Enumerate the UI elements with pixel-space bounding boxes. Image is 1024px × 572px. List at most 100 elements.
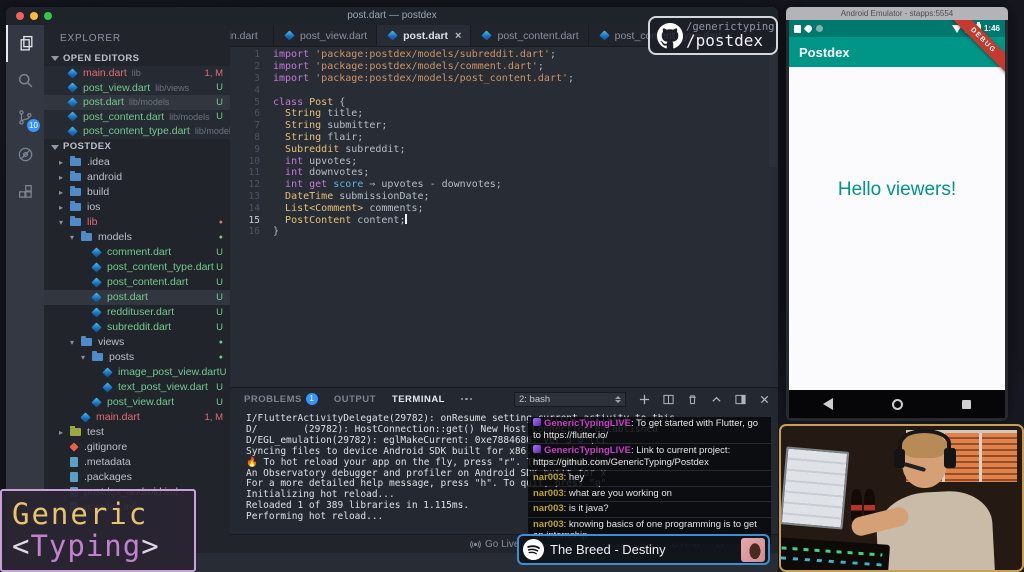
code-line[interactable]: 15 PostContent content; — [230, 214, 778, 226]
code-line[interactable]: 5class Post { — [230, 96, 778, 108]
back-icon[interactable] — [823, 398, 833, 410]
recents-icon[interactable] — [962, 400, 971, 409]
code-line[interactable]: 10 int upvotes; — [230, 155, 778, 167]
tree-item[interactable]: .packages — [44, 470, 230, 485]
toggle-panel-icon[interactable] — [735, 394, 746, 405]
dart-icon — [102, 382, 112, 392]
code-line[interactable]: 4 — [230, 84, 778, 96]
tree-item[interactable]: comment.dartU — [44, 245, 230, 260]
git-status: U — [216, 307, 223, 318]
stream-screen: post.dart — postdex 10 EXPLORER — [0, 0, 1024, 572]
tree-item[interactable]: subreddit.dartU — [44, 320, 230, 335]
tree-item[interactable]: ▾models● — [44, 230, 230, 245]
dart-file-icon — [67, 68, 77, 78]
tree-item[interactable]: ▸test — [44, 425, 230, 440]
open-editor-item[interactable]: main.dartlib1, M — [44, 66, 230, 81]
text-cursor — [405, 214, 407, 224]
tree-item[interactable]: main.dart1, M — [44, 410, 230, 425]
home-icon[interactable] — [892, 399, 903, 410]
code-line[interactable]: 8 String flair; — [230, 132, 778, 144]
close-panel-icon[interactable] — [759, 394, 770, 405]
statusbar-item[interactable]: Go Live — [470, 539, 519, 550]
tree-item[interactable]: .gitignore — [44, 440, 230, 455]
open-editor-item[interactable]: post_content_type.dartlib/modelsU — [44, 124, 230, 139]
panel-tab-terminal[interactable]: TERMINAL — [392, 393, 445, 405]
tree-item[interactable]: ▾lib● — [44, 215, 230, 230]
tree-item[interactable]: ▸.idea — [44, 155, 230, 170]
dart-icon — [91, 397, 101, 407]
search-icon[interactable] — [6, 62, 44, 99]
open-editor-item[interactable]: post_content.dartlib/modelsU — [44, 110, 230, 125]
zoom-button[interactable] — [44, 12, 52, 20]
tree-item[interactable]: post_view.dartU — [44, 395, 230, 410]
github-repo-overlay: /generictyping /postdex — [648, 16, 778, 55]
project-tree: ▸.idea▸android▸build▸ios▾lib●▾models●com… — [44, 155, 230, 515]
code-editor[interactable]: 1import 'package:postdex/models/subreddi… — [230, 47, 778, 387]
tree-item[interactable]: image_post_view.dartU — [44, 365, 230, 380]
code-line[interactable]: 11 int downvotes; — [230, 167, 778, 179]
code-line[interactable]: 7 String submitter; — [230, 120, 778, 132]
code-line[interactable]: 9 Subreddit subreddit; — [230, 143, 778, 155]
editor-tab[interactable]: post_content.dart — [471, 25, 588, 46]
chat-message: GenericTypingLIVE: Link to current proje… — [528, 444, 771, 470]
split-terminal-icon[interactable] — [663, 394, 674, 405]
tree-item[interactable]: ▸android — [44, 170, 230, 185]
git-status: U — [216, 97, 230, 108]
close-button[interactable] — [16, 12, 24, 20]
minimap[interactable] — [769, 47, 778, 167]
tree-item[interactable]: post_content_type.dartU — [44, 260, 230, 275]
tree-item[interactable]: .metadata — [44, 455, 230, 470]
tree-item[interactable]: ▸ios — [44, 200, 230, 215]
minimize-button[interactable] — [30, 12, 38, 20]
extensions-icon[interactable] — [6, 173, 44, 210]
more-actions-icon[interactable] — [461, 398, 473, 401]
scm-badge: 10 — [27, 119, 40, 132]
tree-item[interactable]: post.dartU — [44, 290, 230, 305]
file-icon — [70, 472, 78, 482]
maximize-panel-icon[interactable] — [711, 394, 722, 405]
code-line[interactable]: 16} — [230, 226, 778, 238]
open-editor-item[interactable]: post.dartlib/modelsU — [44, 95, 230, 110]
explorer-header: EXPLORER — [44, 25, 230, 50]
project-section-header[interactable]: POSTDEX — [44, 139, 230, 155]
new-terminal-icon[interactable] — [639, 394, 650, 405]
panel-tab-output[interactable]: OUTPUT — [334, 393, 376, 405]
git-status: U — [220, 367, 227, 378]
shell-select[interactable]: 2: bash — [514, 392, 626, 407]
code-line[interactable]: 12 int get score ⇒ upvotes - downvotes; — [230, 179, 778, 191]
code-line[interactable]: 14 List<Comment> comments; — [230, 202, 778, 214]
change-dot: ● — [219, 219, 223, 226]
emulator-screen[interactable]: 1:46 Postdex Hello viewers! DEBUG — [789, 20, 1005, 418]
open-editors-section-header[interactable]: OPEN EDITORS — [44, 50, 230, 66]
code-line[interactable]: 13 DateTime submissionDate; — [230, 191, 778, 203]
dart-icon — [80, 412, 90, 422]
tree-item[interactable]: ▾views● — [44, 335, 230, 350]
git-status: U — [216, 82, 230, 93]
panel-tab-problems[interactable]: PROBLEMS1 — [244, 393, 318, 405]
dart-icon — [91, 247, 101, 257]
chat-badge-icon — [533, 445, 541, 453]
app-body[interactable]: Hello viewers! — [789, 67, 1005, 390]
editor-tab[interactable]: main.dart — [230, 25, 274, 46]
app-bar: Postdex — [789, 37, 1005, 67]
kill-terminal-icon[interactable] — [687, 394, 698, 405]
files-icon[interactable] — [6, 25, 44, 62]
debug-icon[interactable] — [6, 136, 44, 173]
code-line[interactable]: 2import 'package:postdex/models/comment.… — [230, 61, 778, 73]
close-tab-icon[interactable]: × — [455, 30, 461, 42]
open-editor-item[interactable]: post_view.dartlib/viewsU — [44, 81, 230, 96]
tree-item[interactable]: post_content.dartU — [44, 275, 230, 290]
editor-tab[interactable]: post.dart× — [377, 25, 471, 46]
folder-icon — [81, 338, 92, 346]
tree-item[interactable]: ▸build — [44, 185, 230, 200]
tree-item[interactable]: text_post_view.dartU — [44, 380, 230, 395]
notification-icon — [794, 25, 801, 33]
source-control-icon[interactable]: 10 — [6, 99, 44, 136]
code-line[interactable]: 3import 'package:postdex/models/post_con… — [230, 73, 778, 85]
tree-item[interactable]: ▾posts● — [44, 350, 230, 365]
folder-icon — [70, 203, 81, 211]
tree-item[interactable]: reddituser.dartU — [44, 305, 230, 320]
code-line[interactable]: 6 String title; — [230, 108, 778, 120]
editor-tab[interactable]: post_view.dart — [274, 25, 377, 46]
app-title: Postdex — [799, 45, 850, 60]
